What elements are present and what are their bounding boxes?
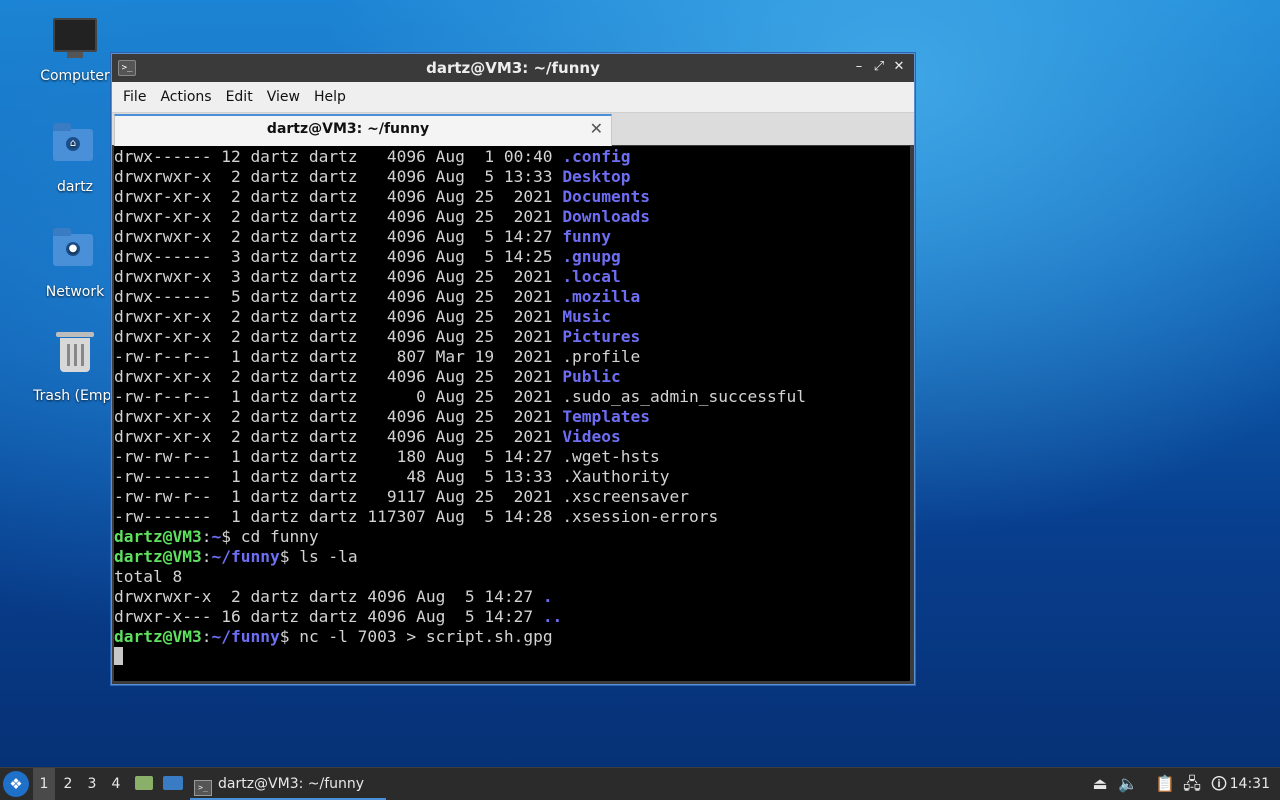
start-menu-icon[interactable]: ❖	[3, 771, 29, 797]
listing-row: -rw-rw-r-- 1 dartz dartz 9117 Aug 25 202…	[114, 487, 690, 506]
listing-row: -rw------- 1 dartz dartz 117307 Aug 5 14…	[114, 507, 719, 526]
taskbar-task-terminal[interactable]: >_ dartz@VM3: ~/funny	[190, 768, 386, 800]
desktop-icon-label: Computer	[40, 68, 110, 84]
menu-view[interactable]: View	[260, 89, 307, 105]
terminal-output[interactable]: drwx------ 12 dartz dartz 4096 Aug 1 00:…	[114, 146, 910, 681]
listing-row: drwxr-xr-x 2 dartz dartz 4096 Aug 25 202…	[114, 187, 651, 206]
trash-icon	[53, 332, 97, 382]
menu-file[interactable]: File	[116, 89, 153, 105]
menu-help[interactable]: Help	[307, 89, 353, 105]
network-folder-icon: ●	[53, 228, 97, 278]
taskbar: ❖ 1 2 3 4 >_ dartz@VM3: ~/funny ⏏ 🔈 📋 🖧 🛈…	[0, 767, 1280, 800]
listing-row: drwxr-xr-x 2 dartz dartz 4096 Aug 25 202…	[114, 327, 641, 346]
listing-row: drwx------ 5 dartz dartz 4096 Aug 25 202…	[114, 287, 641, 306]
menu-bar: File Actions Edit View Help	[112, 82, 914, 113]
home-folder-icon: ⌂	[53, 123, 97, 173]
title-bar[interactable]: >_ dartz@VM3: ~/funny – ⤢ ✕	[112, 54, 914, 82]
tab-bar: dartz@VM3: ~/funny ✕	[112, 113, 914, 146]
menu-edit[interactable]: Edit	[219, 89, 260, 105]
listing-row: drwxrwxr-x 2 dartz dartz 4096 Aug 5 13:3…	[114, 167, 631, 186]
terminal-window[interactable]: >_ dartz@VM3: ~/funny – ⤢ ✕ File Actions…	[111, 53, 915, 685]
listing-row: drwx------ 12 dartz dartz 4096 Aug 1 00:…	[114, 147, 631, 166]
tab-label: dartz@VM3: ~/funny	[266, 121, 430, 137]
desktop-icon-label: dartz	[56, 179, 94, 195]
command-line: dartz@VM3:~/funny$ nc -l 7003 > script.s…	[114, 627, 553, 646]
desktop-icon-home[interactable]: ⌂ dartz	[25, 123, 125, 195]
listing-row: drwxr-xr-x 2 dartz dartz 4096 Aug 25 202…	[114, 367, 621, 386]
task-label: dartz@VM3: ~/funny	[218, 776, 365, 792]
listing-row: -rw-r--r-- 1 dartz dartz 0 Aug 25 2021 .…	[114, 387, 806, 406]
command-line: dartz@VM3:~$ cd funny	[114, 527, 319, 546]
volume-icon[interactable]: 🔈	[1117, 768, 1139, 800]
listing-row: drwxrwxr-x 2 dartz dartz 4096 Aug 5 14:2…	[114, 227, 612, 246]
listing-row: drwxrwxr-x 2 dartz dartz 4096 Aug 5 14:2…	[114, 587, 553, 606]
listing-row: drwxr-xr-x 2 dartz dartz 4096 Aug 25 202…	[114, 427, 621, 446]
menu-actions[interactable]: Actions	[153, 89, 218, 105]
terminal-task-icon: >_	[194, 780, 212, 796]
window-title: dartz@VM3: ~/funny	[426, 59, 600, 77]
listing-row: -rw-rw-r-- 1 dartz dartz 180 Aug 5 14:27…	[114, 447, 660, 466]
notification-icon[interactable]: 🛈	[1208, 768, 1230, 800]
tab-close-button[interactable]: ✕	[590, 119, 603, 138]
desktop-icon-computer[interactable]: Computer	[25, 18, 125, 84]
workspace-4[interactable]: 4	[105, 768, 127, 800]
close-button[interactable]: ✕	[890, 58, 908, 76]
listing-row: drwxr-x--- 16 dartz dartz 4096 Aug 5 14:…	[114, 607, 563, 626]
desktop-icon-label: Network	[45, 284, 105, 300]
clock[interactable]: 14:31	[1230, 768, 1270, 800]
listing-row: drwx------ 3 dartz dartz 4096 Aug 5 14:2…	[114, 247, 621, 266]
listing-row: -rw------- 1 dartz dartz 48 Aug 5 13:33 …	[114, 467, 670, 486]
network-icon[interactable]: 🖧	[1181, 768, 1203, 800]
listing-row: drwxrwxr-x 3 dartz dartz 4096 Aug 25 202…	[114, 267, 621, 286]
listing-row: drwxr-xr-x 2 dartz dartz 4096 Aug 25 202…	[114, 307, 612, 326]
tab-terminal[interactable]: dartz@VM3: ~/funny ✕	[114, 114, 612, 146]
text-cursor	[114, 647, 123, 665]
output-line: total 8	[114, 567, 183, 586]
listing-row: drwxr-xr-x 2 dartz dartz 4096 Aug 25 202…	[114, 407, 651, 426]
workspace-2[interactable]: 2	[57, 768, 79, 800]
show-desktop-icon[interactable]	[161, 768, 185, 800]
desktop-icon-network[interactable]: ● Network	[25, 228, 125, 300]
file-manager-launcher-icon[interactable]	[133, 768, 155, 800]
eject-icon[interactable]: ⏏	[1090, 768, 1110, 800]
listing-row: drwxr-xr-x 2 dartz dartz 4096 Aug 25 202…	[114, 207, 651, 226]
prompt-line	[114, 647, 910, 667]
clipboard-icon[interactable]: 📋	[1154, 768, 1176, 800]
workspace-3[interactable]: 3	[81, 768, 103, 800]
listing-row: -rw-r--r-- 1 dartz dartz 807 Mar 19 2021…	[114, 347, 641, 366]
maximize-button[interactable]: ⤢	[870, 58, 888, 76]
command-line: dartz@VM3:~/funny$ ls -la	[114, 547, 358, 566]
computer-icon	[53, 18, 97, 62]
desktop-icon-label: Trash (Empt	[33, 388, 117, 404]
workspace-1[interactable]: 1	[33, 768, 55, 800]
minimize-button[interactable]: –	[850, 58, 868, 76]
